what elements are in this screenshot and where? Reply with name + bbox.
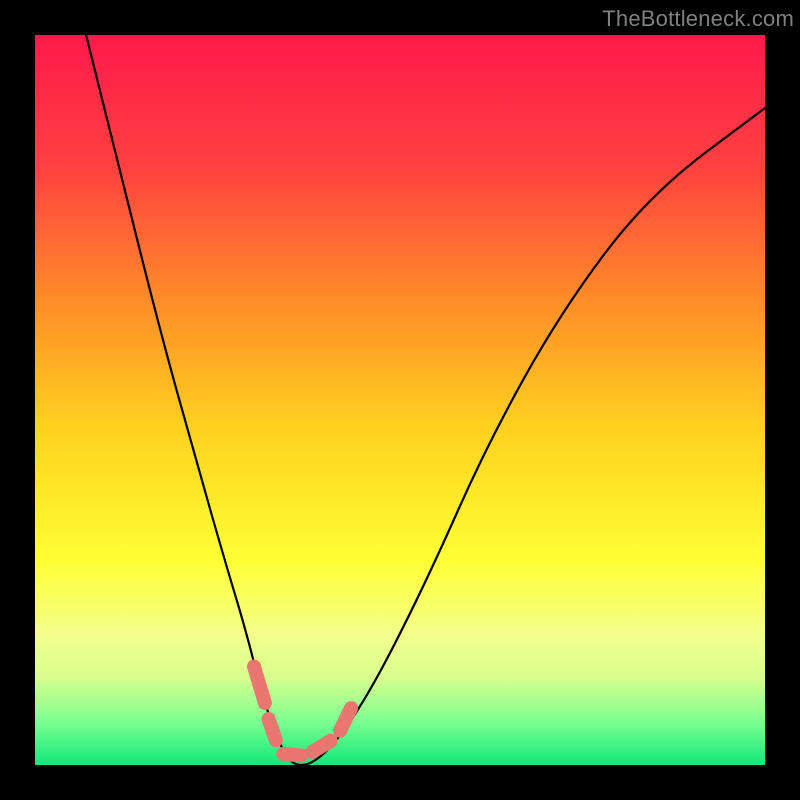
chart-frame: TheBottleneck.com — [0, 0, 800, 800]
watermark-text: TheBottleneck.com — [602, 6, 794, 32]
chart-curve — [86, 35, 765, 765]
chart-svg — [35, 35, 765, 765]
